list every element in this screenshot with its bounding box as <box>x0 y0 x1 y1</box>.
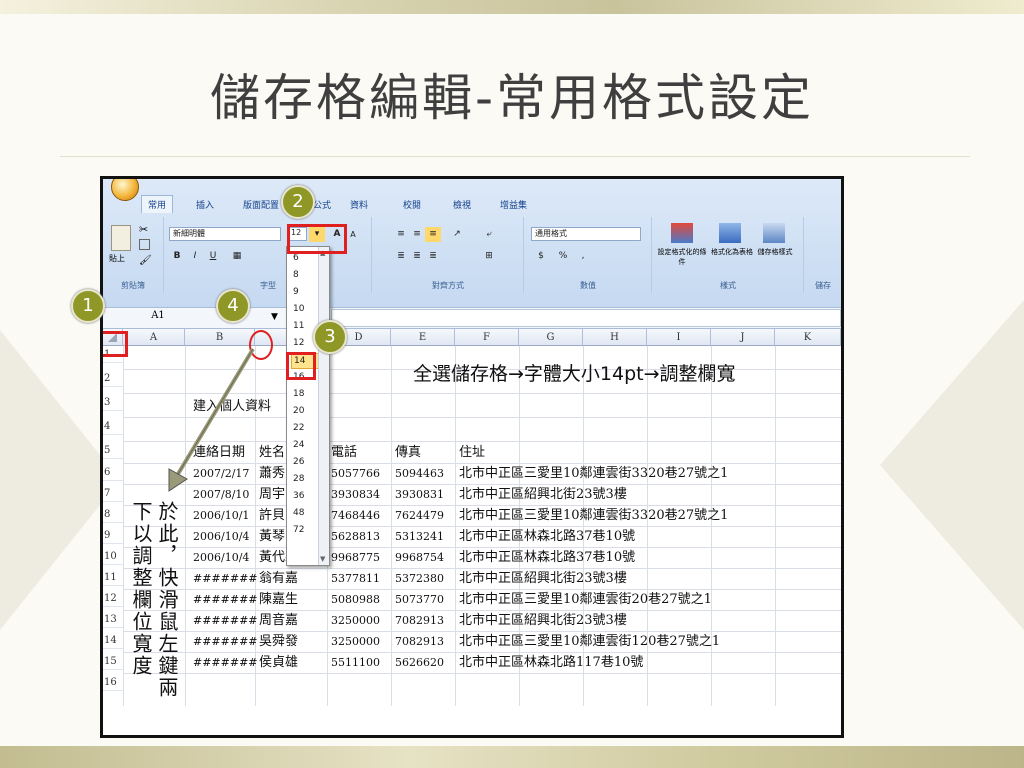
top-decor-band <box>0 0 1024 14</box>
bottom-decor-band <box>0 746 1024 768</box>
excel-screenshot: 常用 插入 版面配置 公式 資料 校閱 檢視 增益集 貼上 ✂ 🖌 剪貼簿 新細… <box>100 176 844 738</box>
title-divider <box>60 156 970 157</box>
step-badge-2: 2 <box>281 185 315 219</box>
background-fan-decor-right <box>880 300 1024 630</box>
step-badge-4: 4 <box>216 289 250 323</box>
step-badge-3: 3 <box>313 320 347 354</box>
slide-title: 儲存格編輯-常用格式設定 <box>209 69 815 127</box>
drag-arrow-icon <box>168 347 255 492</box>
step-badge-1: 1 <box>71 289 105 323</box>
